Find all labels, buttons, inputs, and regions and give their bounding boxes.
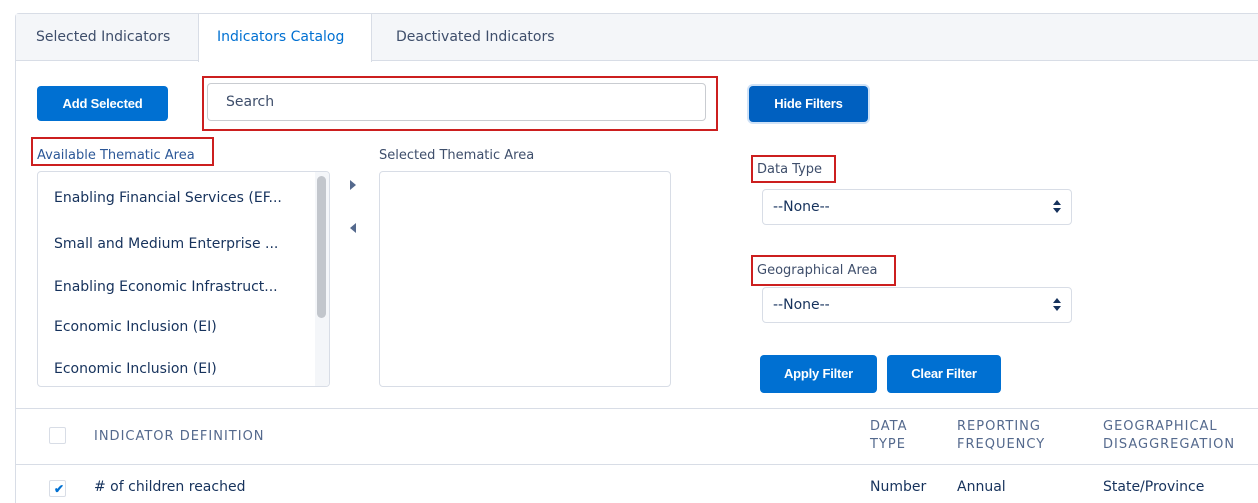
col-indicator-definition[interactable]: INDICATOR DEFINITION xyxy=(94,428,265,445)
list-item[interactable]: Enabling Economic Infrastruct... xyxy=(54,279,278,295)
check-icon: ✔ xyxy=(54,482,65,496)
listbox-scrollbar[interactable] xyxy=(315,172,329,386)
apply-filter-button[interactable]: Apply Filter xyxy=(760,355,877,393)
row-definition: # of children reached xyxy=(94,479,246,495)
list-item[interactable]: Economic Inclusion (EI) xyxy=(54,361,217,377)
hide-filters-button[interactable]: Hide Filters xyxy=(749,86,868,122)
tab-deactivated-indicators[interactable]: Deactivated Indicators xyxy=(396,14,555,61)
col-frequency-line2[interactable]: FREQUENCY xyxy=(957,436,1045,453)
highlight-box-geo xyxy=(751,255,896,286)
col-geo-line2[interactable]: DISAGGREGATION xyxy=(1103,436,1235,453)
row-geo: State/Province xyxy=(1103,479,1205,495)
col-frequency-line1[interactable]: REPORTING xyxy=(957,418,1041,435)
select-arrows-icon xyxy=(1053,200,1061,214)
highlight-box-data-type xyxy=(751,155,836,183)
row-data-type: Number xyxy=(870,479,927,495)
tab-selected-indicators[interactable]: Selected Indicators xyxy=(36,14,170,61)
tab-indicators-catalog[interactable]: Indicators Catalog xyxy=(198,14,372,62)
highlight-box-available xyxy=(31,137,214,166)
select-all-checkbox[interactable] xyxy=(49,427,66,444)
clear-filter-button[interactable]: Clear Filter xyxy=(887,355,1001,393)
selected-thematic-listbox[interactable] xyxy=(379,171,671,387)
data-type-select[interactable]: --None-- xyxy=(762,189,1072,225)
add-selected-button[interactable]: Add Selected xyxy=(37,86,168,121)
row-frequency: Annual xyxy=(957,479,1006,495)
scrollbar-thumb[interactable] xyxy=(317,176,326,318)
list-item[interactable]: Economic Inclusion (EI) xyxy=(54,319,217,335)
col-data-type-line2[interactable]: TYPE xyxy=(870,436,906,453)
col-data-type-line1[interactable]: DATA xyxy=(870,418,908,435)
select-arrows-icon xyxy=(1053,298,1061,312)
list-item[interactable]: Small and Medium Enterprise ... xyxy=(54,236,278,252)
row-checkbox[interactable]: ✔ xyxy=(49,480,66,497)
data-type-value: --None-- xyxy=(773,199,830,215)
tab-bar: Selected Indicators Indicators Catalog D… xyxy=(16,14,1258,62)
move-left-icon[interactable] xyxy=(350,223,356,233)
available-thematic-listbox[interactable]: Enabling Financial Services (EF... Small… xyxy=(37,171,330,387)
list-item[interactable]: Enabling Financial Services (EF... xyxy=(54,190,282,206)
col-geo-line1[interactable]: GEOGRAPHICAL xyxy=(1103,418,1218,435)
selected-thematic-area-label: Selected Thematic Area xyxy=(379,148,535,163)
geographical-area-select[interactable]: --None-- xyxy=(762,287,1072,323)
geographical-area-value: --None-- xyxy=(773,297,830,313)
move-right-icon[interactable] xyxy=(350,180,356,190)
highlight-box-search xyxy=(202,76,718,131)
